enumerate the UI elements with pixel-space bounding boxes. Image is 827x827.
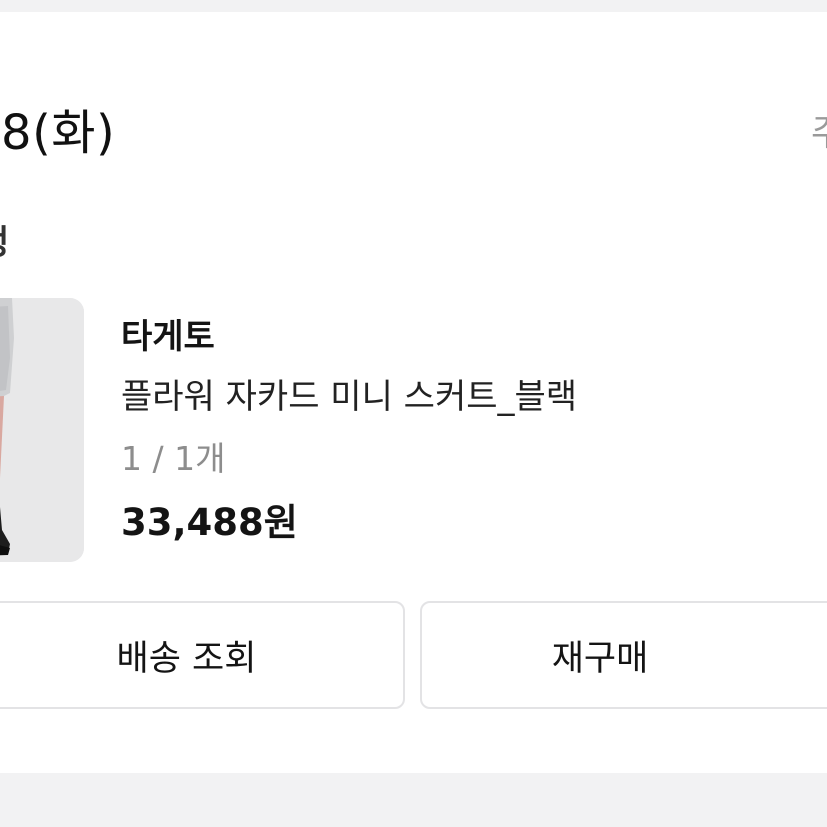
rebuy-button[interactable]: 재구매 (420, 601, 827, 709)
product-thumbnail[interactable] (0, 298, 84, 562)
product-name[interactable]: 플라워 자카드 미니 스커트_블랙 (121, 372, 577, 422)
order-date: 28(화) (0, 105, 116, 161)
product-quantity: 1 / 1개 (121, 439, 226, 478)
order-detail-link[interactable]: 주 (811, 114, 827, 154)
order-status: 정 (0, 218, 9, 268)
order-page: 28(화) 주 정 타게토 플라워 자카드 미니 스커트_블랙 1 / 1개 3… (0, 0, 827, 827)
track-delivery-label: 배송 조회 (116, 638, 257, 679)
track-delivery-button[interactable]: 배송 조회 (0, 601, 405, 709)
rebuy-label: 재구매 (551, 638, 649, 679)
product-photo-icon (0, 298, 84, 562)
product-price: 33,488원 (121, 501, 298, 544)
product-brand: 타게토 (121, 317, 215, 357)
order-card: 28(화) 주 정 타게토 플라워 자카드 미니 스커트_블랙 1 / 1개 3… (0, 12, 827, 773)
